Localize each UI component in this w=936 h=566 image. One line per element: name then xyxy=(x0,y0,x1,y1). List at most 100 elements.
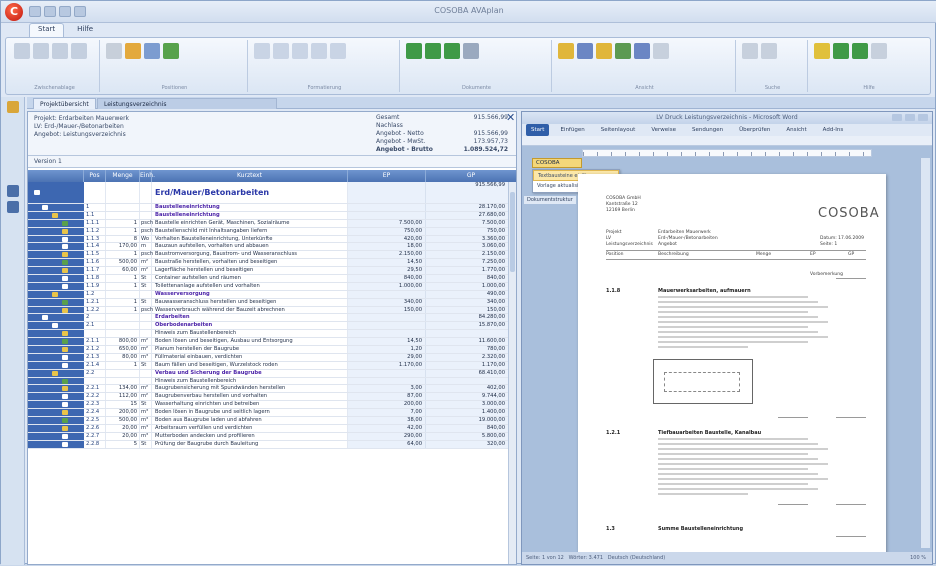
zoom-level[interactable]: 100 % xyxy=(910,552,926,564)
word-tab[interactable]: Add-Ins xyxy=(818,124,849,136)
col-ep[interactable]: EP xyxy=(348,170,426,182)
table-row[interactable]: 2.1.2 650,00 m² Planum herstellen der Baugr… xyxy=(28,346,508,354)
details-icon[interactable] xyxy=(577,43,593,59)
tree-node[interactable] xyxy=(28,314,84,322)
table-row[interactable]: 1.2.2 1 psch Wasserverbrauch während der Ba… xyxy=(28,306,508,315)
col-pos[interactable]: Pos xyxy=(84,170,106,182)
grid-scrollbar[interactable] xyxy=(508,182,516,564)
tree-node[interactable] xyxy=(28,282,84,290)
table-row[interactable]: 2.1.1 800,00 m² Boden lösen und beseitigen,… xyxy=(28,338,508,347)
close-window-icon[interactable] xyxy=(918,114,928,121)
tree-node[interactable] xyxy=(28,346,84,353)
replace-icon[interactable] xyxy=(761,43,777,59)
table-row[interactable]: 1.1.3 8 Wo Vorhalten Baustelleneinrichtung,… xyxy=(28,235,508,244)
layout-icon[interactable] xyxy=(653,43,669,59)
table-row[interactable]: 2.2.1 134,00 m² Baugrubensicherung mit Spun… xyxy=(28,385,508,394)
tree-node[interactable] xyxy=(28,385,84,393)
options-icon[interactable] xyxy=(871,43,887,59)
tree-node[interactable] xyxy=(28,267,84,275)
tree-node[interactable] xyxy=(28,353,84,361)
tree-node[interactable] xyxy=(28,306,84,314)
sums-icon[interactable] xyxy=(596,43,612,59)
table-row[interactable]: 2.2.5 500,00 m³ Boden aus Baugrube laden un… xyxy=(28,417,508,425)
properties-icon[interactable] xyxy=(7,201,19,213)
doc-tab-lv[interactable]: Leistungsverzeichnis xyxy=(97,98,277,109)
tree-node[interactable] xyxy=(28,275,84,282)
offer-icon[interactable] xyxy=(425,43,441,59)
tree-node[interactable] xyxy=(28,259,84,267)
table-row[interactable]: 2.1 Oberbodenarbeiten 15.870,00 xyxy=(28,322,508,331)
table-row[interactable]: 2.2.7 20,00 m³ Mutterboden andecken und pro… xyxy=(28,432,508,441)
sort-icon[interactable] xyxy=(144,43,160,59)
export-icon[interactable] xyxy=(833,43,849,59)
tab-start[interactable]: Start xyxy=(29,23,65,37)
tree-node[interactable] xyxy=(28,361,84,369)
tree-node[interactable] xyxy=(28,409,84,417)
table-row[interactable]: Hinweis zum Baustellenbereich xyxy=(28,377,508,386)
table-row[interactable]: 2.1.4 1 St Baum fällen und beseitigen, Wurz… xyxy=(28,361,508,370)
tree-node[interactable] xyxy=(28,377,84,385)
col-unit[interactable]: Einh. xyxy=(140,170,155,182)
tree-node[interactable] xyxy=(28,432,84,440)
table-row[interactable]: 2.2.4 200,00 m³ Boden lösen in Baugrube und… xyxy=(28,409,508,418)
project-explorer-icon[interactable] xyxy=(7,101,19,113)
new-position-icon[interactable] xyxy=(125,43,141,59)
word-scrollbar[interactable] xyxy=(920,158,930,548)
delete-icon[interactable] xyxy=(106,43,122,59)
word-tab[interactable]: Ansicht xyxy=(781,124,811,136)
align-icon[interactable] xyxy=(330,43,346,59)
import-icon[interactable] xyxy=(852,43,868,59)
table-row[interactable]: 2.2.8 5 St Prüfung der Baugrube durch Baule… xyxy=(28,440,508,449)
tree-node[interactable] xyxy=(28,182,84,203)
tree-node[interactable] xyxy=(28,417,84,424)
status-language[interactable]: Deutsch (Deutschland) xyxy=(608,555,665,561)
tree-node[interactable] xyxy=(28,322,84,330)
document-map-label[interactable]: Dokumentstruktur xyxy=(524,196,576,204)
word-tab[interactable]: Überprüfen xyxy=(734,124,775,136)
tree-node[interactable] xyxy=(28,243,84,251)
extras-icon[interactable] xyxy=(814,43,830,59)
minimize-icon[interactable] xyxy=(892,114,902,121)
table-row[interactable]: 2.2.3 15 St Wasserhaltung einrichten und be… xyxy=(28,401,508,410)
columns-icon[interactable] xyxy=(615,43,631,59)
table-row[interactable]: 1.1.2 1 psch Baustellenschild mit Inhaltsan… xyxy=(28,227,508,236)
table-row[interactable]: 1.1.9 1 St Toilettenanlage aufstellen und v… xyxy=(28,282,508,291)
table-row[interactable]: 1.1.5 1 psch Baustromversorgung, Baustrom- … xyxy=(28,251,508,260)
table-row[interactable]: 2.1.3 80,00 m³ Füllmaterial einbauen, verdi… xyxy=(28,353,508,362)
table-row[interactable]: 2 Erdarbeiten 84.280,00 xyxy=(28,314,508,323)
tree-node[interactable] xyxy=(28,219,84,227)
cosoba-dropdown-button[interactable]: COSOBA xyxy=(532,158,582,168)
tree-node[interactable] xyxy=(28,369,84,377)
cut-icon[interactable] xyxy=(52,43,68,59)
table-row[interactable]: 1.1.4 170,00 m Bauzaun aufstellen, vorhalte… xyxy=(28,243,508,252)
doc-tab-overview[interactable]: Projektübersicht xyxy=(33,98,96,109)
close-icon[interactable]: ✕ xyxy=(506,111,515,124)
lv-print-icon[interactable] xyxy=(406,43,422,59)
format-painter-icon[interactable] xyxy=(71,43,87,59)
tree-node[interactable] xyxy=(28,330,84,338)
copy-icon[interactable] xyxy=(33,43,49,59)
order-icon[interactable] xyxy=(444,43,460,59)
search-icon[interactable] xyxy=(742,43,758,59)
tree-node[interactable] xyxy=(28,211,84,219)
tab-hilfe[interactable]: Hilfe xyxy=(68,23,102,37)
table-row[interactable]: 1.1.7 60,00 m² Lagerfläche herstellen und b… xyxy=(28,267,508,276)
table-row[interactable]: 1.1 Baustelleneinrichtung 27.680,00 xyxy=(28,211,508,220)
table-row[interactable]: 1.2.1 1 St Bauwasseranschluss herstellen un… xyxy=(28,298,508,307)
table-row[interactable]: 2.2.6 20,00 m³ Arbeitsraum verfüllen und ve… xyxy=(28,424,508,433)
table-row[interactable]: 2.2.2 112,00 m² Baugrubenverbau herstellen … xyxy=(28,393,508,402)
tree-node[interactable] xyxy=(28,393,84,401)
col-qty[interactable]: Menge xyxy=(106,170,140,182)
word-tab[interactable]: Seitenlayout xyxy=(596,124,641,136)
paste-icon[interactable] xyxy=(14,43,30,59)
tree-node[interactable] xyxy=(28,204,84,211)
indent-icon[interactable] xyxy=(292,43,308,59)
word-tab[interactable]: Einfügen xyxy=(555,124,589,136)
catalog-icon[interactable] xyxy=(7,185,19,197)
filter-icon[interactable] xyxy=(634,43,650,59)
table-row[interactable]: 2.2 Verbau und Sicherung der Baugrube 68.4… xyxy=(28,369,508,378)
tree-node[interactable] xyxy=(28,338,84,346)
table-row[interactable]: 1.1.6 500,00 m² Baustraße herstellen, vorha… xyxy=(28,259,508,268)
tree-node[interactable] xyxy=(28,424,84,432)
structure-icon[interactable] xyxy=(558,43,574,59)
